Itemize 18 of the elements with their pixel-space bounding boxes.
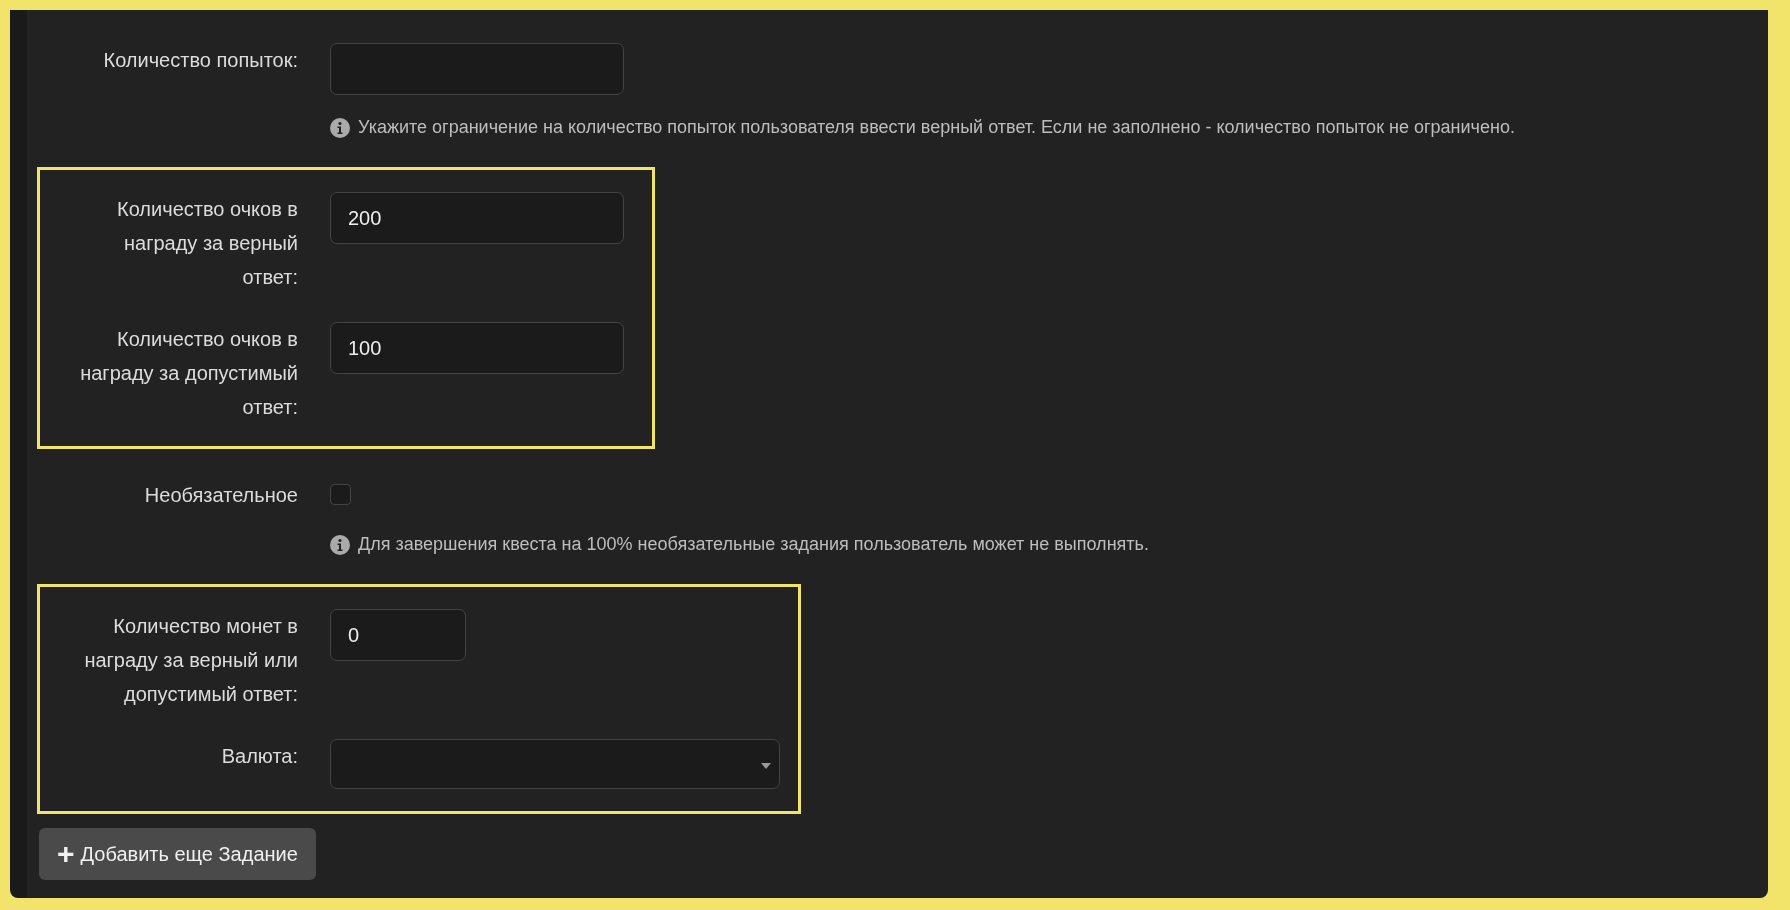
- add-task-button[interactable]: + Добавить еще Задание: [39, 828, 316, 880]
- info-icon: [330, 117, 350, 138]
- field-label: Количество очков в награду за верный ответ:: [116, 197, 299, 290]
- input-field[interactable]: 0: [330, 609, 466, 661]
- input-field[interactable]: [330, 43, 624, 95]
- hint-text: Для завершения квеста на 100% необязательные задания пользователь может не выполнять.: [358, 534, 1149, 555]
- dropdown-field[interactable]: [330, 739, 780, 789]
- field-label: Количество монет в награду за верный или допустимый ответ:: [83, 614, 299, 707]
- hint-text: Укажите ограничение на количество попыток пользователя ввести верный ответ. Если не заполнено - количество попыток не ограничено.: [358, 117, 1515, 138]
- field-label: Количество очков в награду за допустимый ответ:: [79, 327, 299, 420]
- input-field[interactable]: 200: [330, 192, 624, 244]
- info-icon: [330, 534, 350, 555]
- field-label: Необязательное: [143, 483, 299, 508]
- caret-icon: [761, 763, 771, 769]
- checkbox[interactable]: [330, 484, 351, 505]
- field-label: Количество попыток:: [102, 48, 299, 73]
- field-label: Валюта:: [220, 744, 299, 769]
- input-field[interactable]: 100: [330, 322, 624, 374]
